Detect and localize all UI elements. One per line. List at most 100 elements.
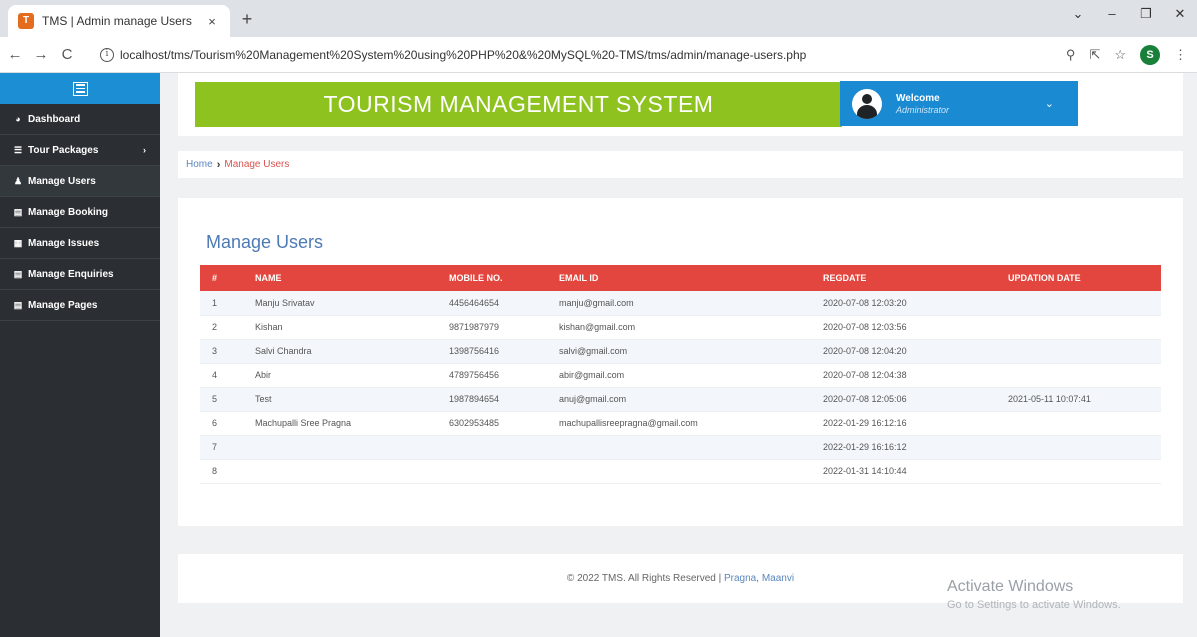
table-cell: 1 [200,291,255,316]
table-row: 1 Manju Srivatav 4456464654 manju@gmail.com… [200,291,1161,316]
table-cell [255,459,449,484]
new-tab-button[interactable]: + [236,9,258,30]
table-cell: 6302953485 [449,411,559,436]
breadcrumb-home-link[interactable]: Home [186,159,213,170]
table-cell: abir@gmail.com [559,363,823,388]
table-cell: 2022-01-29 16:16:12 [823,435,1008,460]
file-icon: ▤ [13,299,23,310]
page-header: TOURISM MANAGEMENT SYSTEM Welcome Admini… [178,73,1183,136]
tab-search-icon[interactable]: ⌄ [1061,0,1095,30]
table-cell: Manju Srivatav [255,291,449,316]
table-cell [449,435,559,460]
footer-link-pragna[interactable]: Pragna [724,573,756,584]
activate-windows-watermark: Activate Windows Go to Settings to activ… [947,578,1121,611]
chevron-down-icon: ⌄ [1044,98,1054,110]
footer-link-maanvi[interactable]: Maanvi [762,573,794,584]
site-favicon-icon: T [18,13,34,29]
table-cell: 1398756416 [449,339,559,364]
column-header: MOBILE NO. [449,265,559,291]
table-cell: kishan@gmail.com [559,315,823,340]
table-cell: Kishan [255,315,449,340]
sidebar-item-manage-booking[interactable]: ▤ Manage Booking [0,197,160,228]
close-window-button[interactable]: ✕ [1163,0,1197,30]
table-row: 8 2022-01-31 14:10:44 [200,459,1161,484]
browser-tab[interactable]: T TMS | Admin manage Users × [8,5,230,37]
sidebar-item-label: Manage Pages [28,299,98,311]
table-cell: Salvi Chandra [255,339,449,364]
table-cell: 5 [200,387,255,412]
watermark-title: Activate Windows [947,578,1074,595]
reload-button[interactable]: C [56,46,78,63]
table-cell: 2020-07-08 12:05:06 [823,387,1008,412]
dashboard-icon: ◕ [15,114,21,124]
watermark-subtitle: Go to Settings to activate Windows. [947,599,1121,611]
table-cell [1008,291,1161,316]
zoom-icon[interactable]: ⚲ [1066,47,1076,63]
forward-button[interactable]: → [30,46,52,63]
table-cell [1008,435,1161,460]
table-cell: 7 [200,435,255,460]
table-cell: 4456464654 [449,291,559,316]
table-cell [1008,315,1161,340]
address-bar: ← → C i localhost/tms/Tourism%20Manageme… [0,37,1197,73]
table-cell: Test [255,387,449,412]
table-cell: 1987894654 [449,387,559,412]
sidebar-item-manage-enquiries[interactable]: ▤ Manage Enquiries [0,259,160,290]
site-info-icon[interactable]: i [100,48,114,62]
footer-separator: , [756,573,760,584]
table-cell [449,459,559,484]
table-cell: 6 [200,411,255,436]
column-header: UPDATION DATE [1008,265,1161,291]
table-cell: 4789756456 [449,363,559,388]
table-cell: 9871987979 [449,315,559,340]
table-row: 3 Salvi Chandra 1398756416 salvi@gmail.com 2… [200,339,1161,364]
sidebar-item-manage-users[interactable]: ♟ Manage Users [0,166,160,197]
main-content: TOURISM MANAGEMENT SYSTEM Welcome Admini… [160,73,1197,637]
table-cell: 3 [200,339,255,364]
table-cell: 2020-07-08 12:03:20 [823,291,1008,316]
table-cell [559,459,823,484]
footer-copyright: © 2022 TMS. All Rights Reserved | [566,573,722,584]
breadcrumb: Home › Manage Users [178,151,1183,178]
maximize-button[interactable]: ❐ [1129,0,1163,30]
table-cell [1008,411,1161,436]
table-cell [559,435,823,460]
table-icon: ▤ [13,206,23,217]
sidebar-item-label: Manage Enquiries [28,268,114,280]
share-icon[interactable]: ⇱ [1089,47,1100,63]
table-cell: 2020-07-08 12:04:38 [823,363,1008,388]
table-cell: 8 [200,459,255,484]
sidebar-menu: ◕ Dashboard ☰ Tour Packages › ♟ Manage U… [0,104,160,321]
table-cell: Abir [255,363,449,388]
sidebar-item-label: Dashboard [28,113,81,125]
hamburger-icon [72,81,88,96]
table-cell: 2022-01-31 14:10:44 [823,459,1008,484]
column-header: REGDATE [823,265,1008,291]
sidebar: ◕ Dashboard ☰ Tour Packages › ♟ Manage U… [0,73,160,637]
sidebar-item-manage-issues[interactable]: ▦ Manage Issues [0,228,160,259]
url-text: localhost/tms/Tourism%20Management%20Sys… [120,48,807,62]
tab-close-icon[interactable]: × [204,14,220,29]
sidebar-item-manage-pages[interactable]: ▤ Manage Pages [0,290,160,321]
user-menu-button[interactable]: Welcome Administrator ⌄ [840,81,1078,126]
users-table: # NAME MOBILE NO. EMAIL ID REGDATE UPDAT… [200,265,1161,484]
sidebar-item-dashboard[interactable]: ◕ Dashboard [0,104,160,135]
sidebar-item-tour-packages[interactable]: ☰ Tour Packages › [0,135,160,166]
table-cell: manju@gmail.com [559,291,823,316]
table-cell: 2022-01-29 16:12:16 [823,411,1008,436]
back-button[interactable]: ← [4,46,26,63]
column-header: NAME [255,265,449,291]
bookmark-star-icon[interactable]: ☆ [1114,47,1126,63]
welcome-title: Welcome [896,92,940,104]
url-field[interactable]: i localhost/tms/Tourism%20Management%20S… [100,43,1100,67]
grid-icon: ▦ [13,237,23,248]
table-cell: 2020-07-08 12:03:56 [823,315,1008,340]
sidebar-item-label: Tour Packages [28,144,99,156]
sidebar-toggle-button[interactable] [0,73,160,104]
browser-menu-icon[interactable]: ⋮ [1174,47,1187,63]
minimize-button[interactable]: – [1095,0,1129,30]
sidebar-item-label: Manage Issues [28,237,100,249]
profile-avatar[interactable]: S [1140,45,1160,65]
column-header: # [200,265,255,291]
table-cell [1008,363,1161,388]
